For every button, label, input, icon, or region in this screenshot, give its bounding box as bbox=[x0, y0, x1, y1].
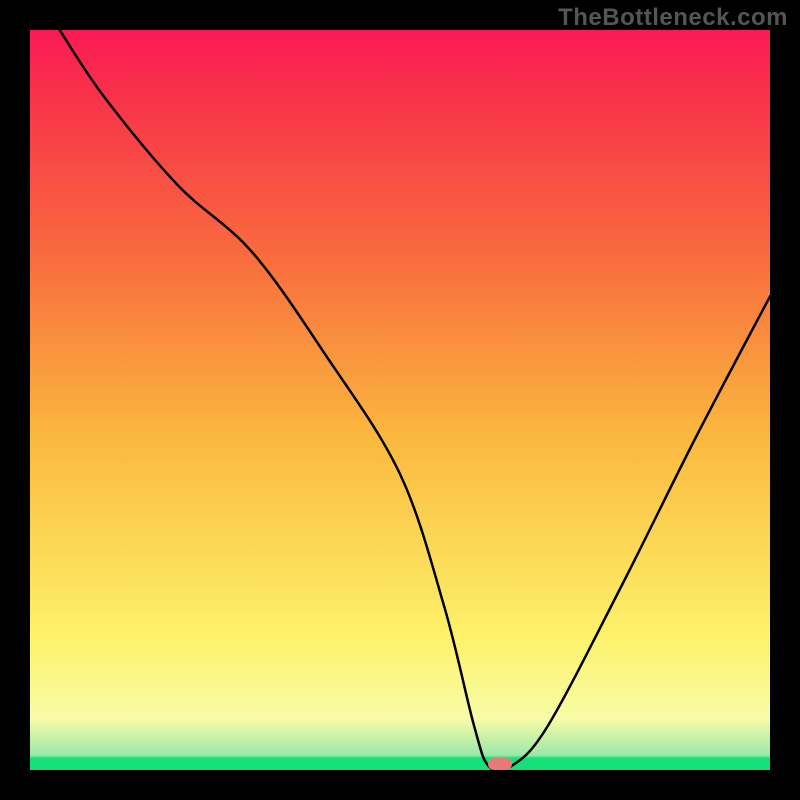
bottleneck-curve bbox=[30, 30, 770, 770]
optimal-point-marker bbox=[488, 758, 512, 770]
watermark-text: TheBottleneck.com bbox=[558, 4, 788, 32]
chart-frame: TheBottleneck.com bbox=[0, 0, 800, 800]
